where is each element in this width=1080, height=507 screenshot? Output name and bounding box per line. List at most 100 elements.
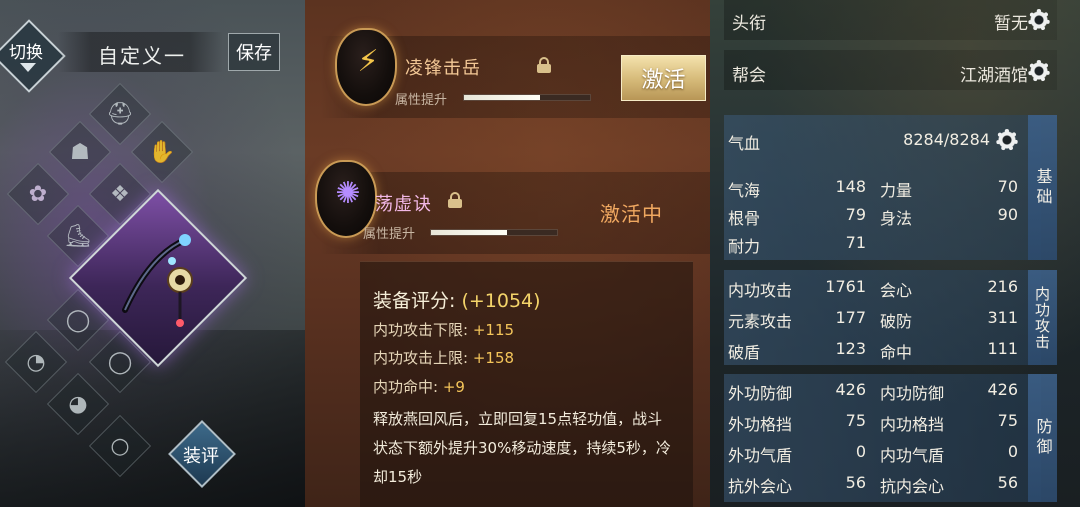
activate-button[interactable]: 激活 (621, 55, 706, 101)
stat-value: 0 (1007, 442, 1018, 461)
stat-label: 耐力 (728, 237, 761, 256)
tooltip-stat-label: 内功命中: (373, 378, 439, 396)
defense-tag: 防御 (1028, 374, 1057, 502)
skill-progress-2 (430, 229, 558, 236)
skill-prop-label-1: 属性提升 (395, 93, 448, 108)
stat-value: 123 (835, 339, 866, 358)
helmet-icon: ⛑ (106, 101, 134, 127)
review-label: 装评 (183, 446, 219, 467)
stat-value: 0 (855, 442, 866, 461)
pendant-icon: ◔ (26, 349, 46, 375)
bracelet-icon: ◕ (68, 391, 88, 417)
tooltip-stat-value: +115 (472, 321, 515, 339)
gear-icon[interactable] (996, 129, 1018, 151)
inner-skill-panel: ⚡ 凌锋击岳 属性提升 激活 ✺ 荡虚诀 属性提升 激活中 装备评分: (+10… (305, 0, 710, 507)
tooltip-stat-line: 内功攻击下限: +115 (373, 319, 514, 340)
talisman-icon: ○ (110, 433, 130, 459)
stat-label: 外功格挡 (728, 415, 793, 434)
hp-label: 气血 (728, 134, 761, 153)
stat-value: 90 (997, 205, 1018, 224)
stat-value: 216 (987, 277, 1018, 296)
basic-tag-label: 基础 (1033, 167, 1053, 208)
stat-label: 气海 (728, 181, 761, 200)
fan-weapon-icon (122, 234, 193, 327)
stat-label: 抗外会心 (728, 477, 793, 496)
stat-label: 根骨 (728, 209, 761, 228)
guild-value: 江湖酒馆 (960, 66, 1028, 86)
save-button[interactable]: 保存 (228, 33, 280, 71)
stat-value: 1761 (825, 277, 866, 296)
tooltip-stat-line: 内功攻击上限: +158 (373, 347, 514, 368)
stat-value: 75 (845, 411, 866, 430)
guild-label: 帮会 (732, 66, 766, 86)
stat-value: 311 (987, 308, 1018, 327)
equipment-panel: 切换 自定义一 保存 ⛑ ☗ ✋ ✿ ❖ ⛸ ◯ ◔ ◯ ◕ ○ 装评 (0, 0, 305, 507)
tooltip-stat-value: +158 (472, 349, 515, 367)
skill-progress-fill-1 (464, 95, 540, 100)
stat-label: 元素攻击 (728, 312, 793, 331)
preset-name[interactable]: 自定义一 (98, 40, 186, 69)
skill-gem-1: ⚡ (335, 28, 397, 106)
gear-icon[interactable] (1028, 9, 1050, 31)
stat-value: 70 (997, 177, 1018, 196)
stat-label: 内功防御 (880, 384, 945, 403)
attributes-panel: 头衔 暂无 帮会 江湖酒馆 基础 气血 8284/8284 气海 148 力量 … (710, 0, 1080, 507)
stat-label: 内功格挡 (880, 415, 945, 434)
boots-icon: ⛸ (64, 223, 92, 249)
skill-progress-fill-2 (431, 230, 507, 235)
stat-label: 会心 (880, 281, 913, 300)
switch-label: 切换 (9, 43, 43, 63)
tooltip-stat-line: 内功命中: +9 (373, 376, 465, 397)
stat-value: 111 (987, 339, 1018, 358)
stat-label: 破防 (880, 312, 913, 331)
score-label: 装备评分: (373, 290, 456, 312)
stat-value: 56 (997, 473, 1018, 492)
cloak-icon: ☗ (70, 139, 90, 165)
title-label: 头衔 (732, 14, 766, 34)
stat-label: 命中 (880, 343, 913, 362)
ring-icon: ◯ (107, 349, 133, 375)
basic-tag: 基础 (1028, 115, 1057, 260)
stat-value: 177 (835, 308, 866, 327)
gauntlet-icon: ✋ (148, 139, 176, 165)
stat-value: 56 (845, 473, 866, 492)
inner-attack-tag: 内功攻击 (1028, 270, 1057, 365)
score-bonus: (+1054) (461, 290, 541, 312)
skill-name-2: 荡虚诀 (375, 194, 432, 215)
skill-progress-1 (463, 94, 591, 101)
activating-status: 激活中 (600, 202, 663, 226)
gear-icon[interactable] (1028, 60, 1050, 82)
tooltip-description: 释放燕回风后，立即回复15点轻功值，战斗状态下额外提升30%移动速度，持续5秒，… (373, 410, 671, 486)
stat-value: 75 (997, 411, 1018, 430)
stat-value: 426 (835, 380, 866, 399)
tooltip-stat-value: +9 (442, 378, 465, 396)
stat-label: 外功气盾 (728, 446, 793, 465)
defense-tag-label: 防御 (1033, 418, 1053, 458)
skill-prop-label-2: 属性提升 (363, 227, 416, 242)
tooltip-stat-label: 内功攻击上限: (373, 349, 469, 367)
blade-rune-icon: ⚡ (357, 43, 379, 79)
stat-value: 79 (845, 205, 866, 224)
stat-label: 内功气盾 (880, 446, 945, 465)
hp-value: 8284/8284 (903, 130, 990, 149)
stat-value: 426 (987, 380, 1018, 399)
tooltip-stat-label: 内功攻击下限: (373, 321, 469, 339)
stat-label: 抗内会心 (880, 477, 945, 496)
stat-label: 破盾 (728, 343, 761, 362)
stat-label: 内功攻击 (728, 281, 793, 300)
chevron-down-icon (20, 63, 36, 72)
armor-icon: ❖ (110, 181, 130, 207)
lock-icon (537, 57, 551, 73)
ring-icon: ◯ (65, 307, 91, 333)
vortex-icon: ✺ (335, 175, 361, 211)
inner-attack-tag-label: 内功攻击 (1033, 285, 1051, 350)
bow-icon: ✿ (28, 181, 48, 207)
stat-value: 71 (845, 233, 866, 252)
lock-icon (448, 192, 462, 208)
skill-name-1: 凌锋击岳 (405, 58, 481, 79)
equipment-score: 装备评分: (+1054) (373, 286, 541, 313)
stat-value: 148 (835, 177, 866, 196)
stat-label: 力量 (880, 181, 913, 200)
title-value: 暂无 (994, 14, 1028, 34)
stat-label: 身法 (880, 209, 913, 228)
